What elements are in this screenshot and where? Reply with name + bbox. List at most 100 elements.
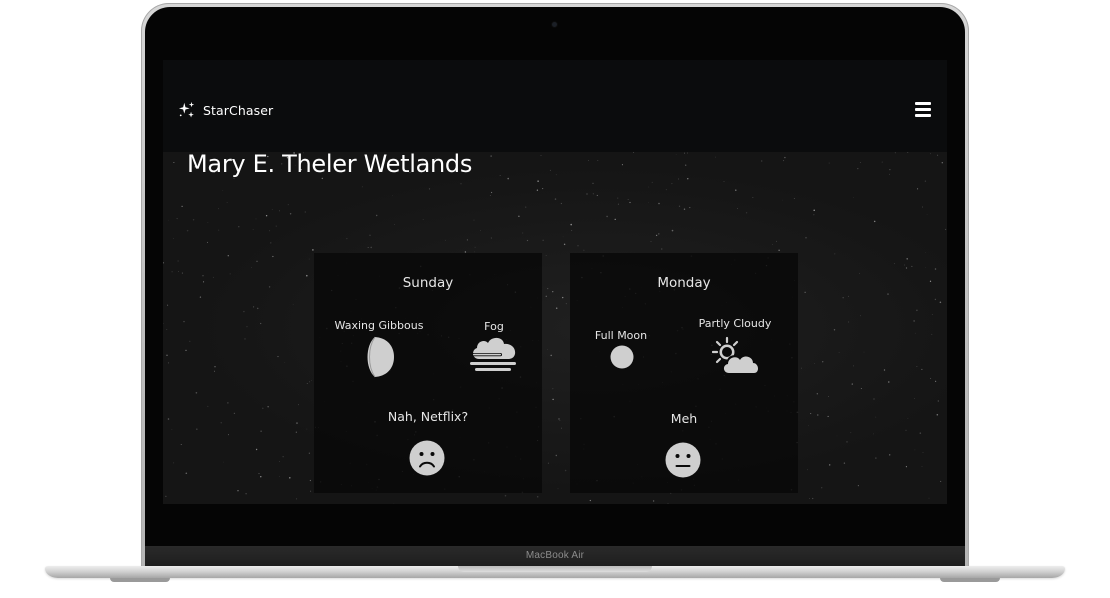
- star: [934, 268, 937, 270]
- star: [761, 160, 763, 162]
- partly-cloudy-icon: [712, 336, 759, 373]
- star: [375, 214, 378, 217]
- star: [557, 488, 559, 490]
- star: [889, 169, 891, 171]
- star: [552, 398, 554, 401]
- star: [857, 167, 859, 170]
- star: [924, 180, 927, 182]
- laptop-base-notch: [458, 566, 652, 572]
- star: [564, 469, 567, 472]
- star: [816, 393, 818, 395]
- star: [445, 239, 446, 241]
- star: [931, 333, 933, 335]
- star: [658, 233, 660, 235]
- star: [292, 304, 294, 306]
- card-day-label: Sunday: [402, 275, 454, 291]
- star: [272, 255, 274, 258]
- star: [181, 205, 183, 208]
- star: [745, 212, 748, 214]
- star: [614, 218, 616, 221]
- brand-link[interactable]: StarChaser: [178, 100, 273, 120]
- forecast-card-monday: Monday Full Moon Partly Cloudy Meh: [570, 253, 798, 493]
- star: [857, 485, 859, 487]
- laptop-foot-left: [110, 578, 170, 582]
- star: [265, 215, 268, 217]
- star: [658, 202, 660, 205]
- navbar: StarChaser: [163, 60, 947, 152]
- star: [558, 418, 560, 420]
- star: [460, 183, 462, 185]
- star: [562, 296, 564, 299]
- star: [904, 264, 906, 266]
- star: [255, 448, 258, 451]
- star: [873, 220, 876, 223]
- fog-icon: [470, 337, 516, 371]
- star: [913, 320, 915, 322]
- star: [361, 186, 363, 188]
- star: [810, 413, 812, 415]
- star: [466, 239, 468, 241]
- star: [392, 195, 394, 196]
- star: [661, 248, 663, 250]
- star: [805, 236, 807, 239]
- star: [227, 402, 229, 404]
- star: [873, 398, 875, 400]
- star: [822, 361, 824, 363]
- star: [297, 404, 299, 406]
- star: [559, 420, 561, 421]
- star: [813, 214, 815, 216]
- starry-sky-background: [163, 152, 947, 504]
- star: [308, 452, 310, 454]
- star: [784, 156, 786, 159]
- star: [552, 388, 554, 390]
- star: [212, 276, 214, 278]
- star: [930, 153, 931, 155]
- star: [917, 188, 919, 190]
- star: [287, 204, 289, 206]
- star: [289, 477, 291, 479]
- star: [196, 428, 198, 431]
- hamburger-menu-icon[interactable]: [914, 102, 932, 118]
- star: [428, 188, 431, 190]
- star: [833, 329, 836, 331]
- star: [563, 243, 566, 246]
- star: [168, 219, 169, 221]
- webcam: [552, 22, 557, 27]
- star: [284, 362, 286, 363]
- star: [807, 469, 808, 471]
- star: [850, 432, 852, 434]
- star: [597, 160, 599, 161]
- star: [220, 422, 222, 424]
- star: [177, 260, 179, 262]
- star: [589, 499, 591, 502]
- star: [853, 197, 854, 198]
- star: [723, 181, 725, 182]
- star: [687, 178, 689, 180]
- star: [842, 297, 844, 299]
- star: [914, 449, 916, 451]
- star: [667, 503, 669, 504]
- star: [552, 291, 554, 293]
- star: [540, 154, 542, 156]
- star: [617, 197, 619, 199]
- star: [555, 174, 557, 176]
- star: [906, 258, 908, 260]
- star: [853, 365, 854, 367]
- star: [536, 189, 539, 191]
- star: [260, 476, 262, 478]
- star: [836, 435, 838, 437]
- page-title: Mary E. Theler Wetlands: [187, 150, 473, 178]
- star: [246, 326, 248, 328]
- star: [304, 211, 306, 213]
- star: [394, 224, 395, 225]
- star: [474, 246, 476, 248]
- star: [829, 464, 831, 466]
- star: [809, 498, 810, 499]
- star: [163, 262, 165, 264]
- star: [586, 193, 588, 195]
- star: [258, 473, 260, 475]
- star: [250, 267, 252, 268]
- star: [522, 232, 524, 234]
- laptop-foot-right: [940, 578, 1000, 582]
- star: [617, 203, 619, 205]
